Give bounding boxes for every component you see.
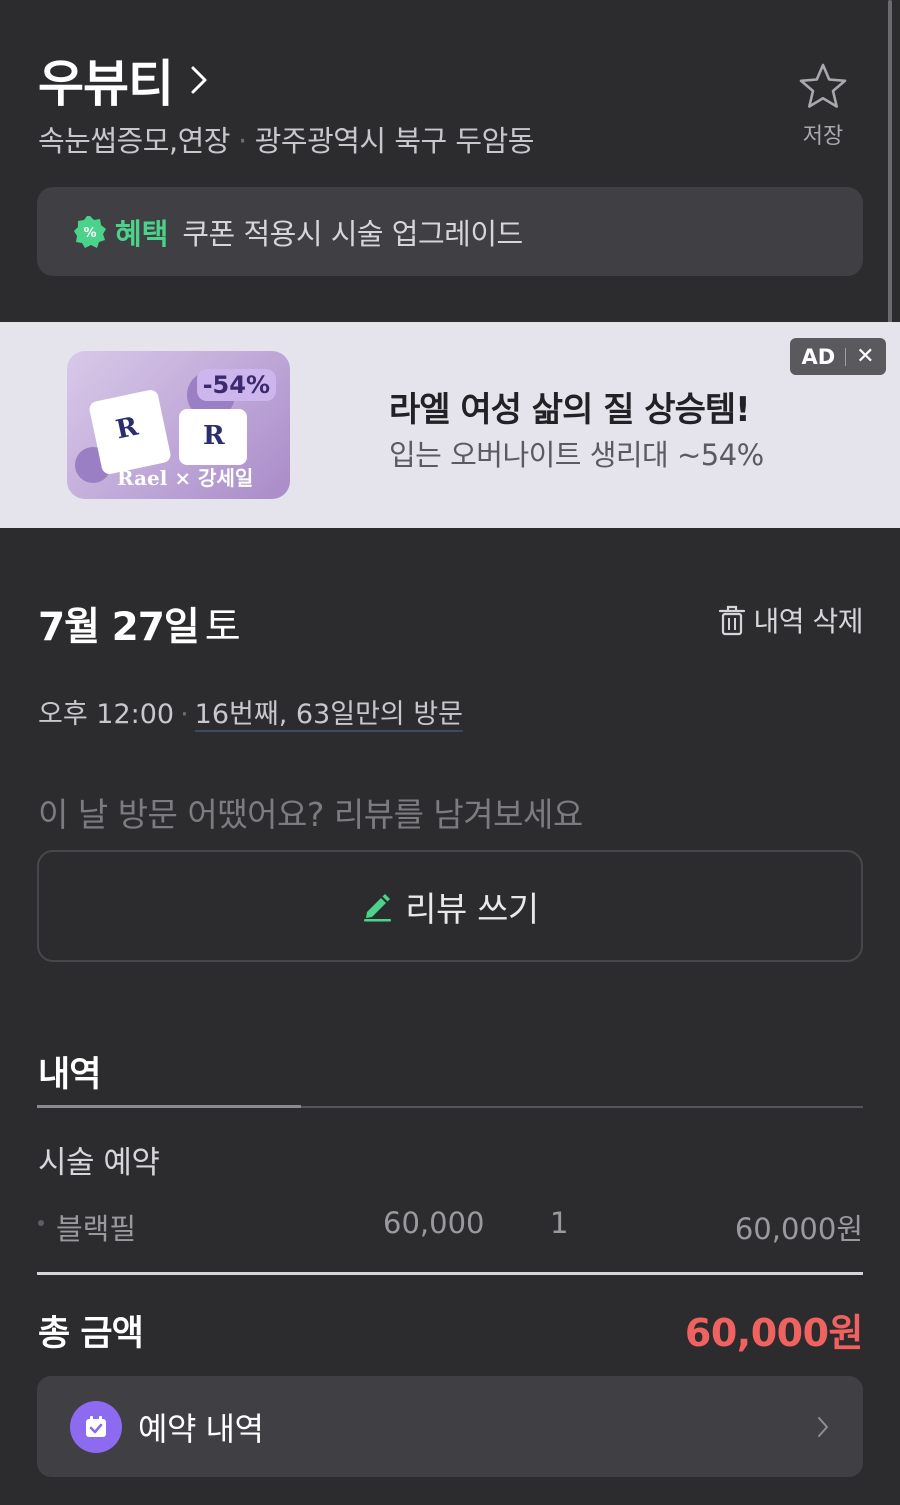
visit-date-text: 7월 27일 (38, 605, 200, 650)
benefit-label: 혜택 (115, 216, 169, 251)
review-prompt: 이 날 방문 어땠어요? 리뷰를 남겨보세요 (38, 795, 583, 834)
write-review-button[interactable]: 리뷰 쓰기 (37, 850, 863, 962)
svg-text:%: % (83, 226, 96, 241)
delete-history-button[interactable]: 내역 삭제 (718, 600, 864, 640)
trash-icon (718, 605, 745, 636)
chevron-right-icon (191, 66, 207, 94)
reservation-label: 예약 내역 (138, 1409, 264, 1448)
star-icon (799, 63, 847, 108)
benefit-banner[interactable]: % 혜택 쿠폰 적용시 시술 업그레이드 (37, 187, 863, 276)
table-row: 블랙필 60,000 1 60,000원 (38, 1206, 863, 1246)
ad-product-pack: R (179, 409, 247, 465)
pencil-icon (364, 894, 392, 922)
shop-category: 속눈썹증모,연장 (38, 124, 230, 158)
reservation-history-button[interactable]: 예약 내역 (37, 1376, 863, 1477)
item-quantity: 1 (550, 1206, 569, 1240)
shop-location: 광주광역시 북구 두암동 (254, 124, 535, 158)
shop-title-link[interactable]: 우뷰티 (38, 44, 211, 116)
save-button[interactable]: 저장 (796, 62, 850, 150)
visit-date: 7월 27일 토 (38, 596, 241, 652)
ad-image: R R -54% Rael × 강세일 (67, 351, 290, 499)
percent-badge-icon: % (74, 215, 106, 248)
close-icon[interactable]: ✕ (856, 344, 874, 369)
tab-details[interactable]: 내역 (38, 1046, 101, 1097)
visit-count: 16번째, 63일만의 방문 (194, 699, 464, 732)
calendar-check-icon (70, 1400, 122, 1453)
visit-time: 오후 12:00 (38, 699, 175, 730)
item-price: 60,000 (383, 1206, 485, 1240)
item-name: 블랙필 (56, 1212, 137, 1246)
total-divider (37, 1272, 863, 1275)
ad-discount-badge: -54% (196, 369, 276, 401)
save-label: 저장 (802, 124, 844, 149)
ad-tag-divider (845, 347, 847, 366)
review-button-label: 리뷰 쓰기 (405, 889, 539, 930)
ad-label: AD (801, 344, 836, 369)
separator-dot: · (237, 124, 247, 158)
tab-active-indicator (37, 1105, 301, 1108)
shop-name: 우뷰티 (38, 55, 174, 113)
separator-dot: · (180, 699, 189, 730)
ad-subtitle: 입는 오버나이트 생리대 ~54% (389, 438, 764, 472)
ad-banner[interactable]: R R -54% Rael × 강세일 라엘 여성 삶의 질 상승템! 입는 오… (0, 322, 900, 528)
shop-subtitle: 속눈썹증모,연장 · 광주광역시 북구 두암동 (38, 118, 534, 160)
benefit-text: 쿠폰 적용시 시술 업그레이드 (182, 216, 523, 251)
ad-brand-text: Rael × 강세일 (117, 466, 254, 490)
visit-meta: 오후 12:00 · 16번째, 63일만의 방문 (38, 692, 464, 732)
delete-label: 내역 삭제 (753, 605, 864, 638)
ad-title: 라엘 여성 삶의 질 상승템! (389, 390, 751, 430)
total-value: 60,000원 (684, 1311, 864, 1355)
total-label: 총 금액 (38, 1314, 144, 1354)
section-label: 시술 예약 (38, 1145, 160, 1181)
chevron-right-icon (818, 1417, 828, 1437)
bullet-dot (38, 1220, 44, 1226)
ad-tag: AD ✕ (790, 338, 886, 375)
visit-day: 토 (204, 605, 241, 650)
item-total: 60,000원 (734, 1212, 863, 1246)
